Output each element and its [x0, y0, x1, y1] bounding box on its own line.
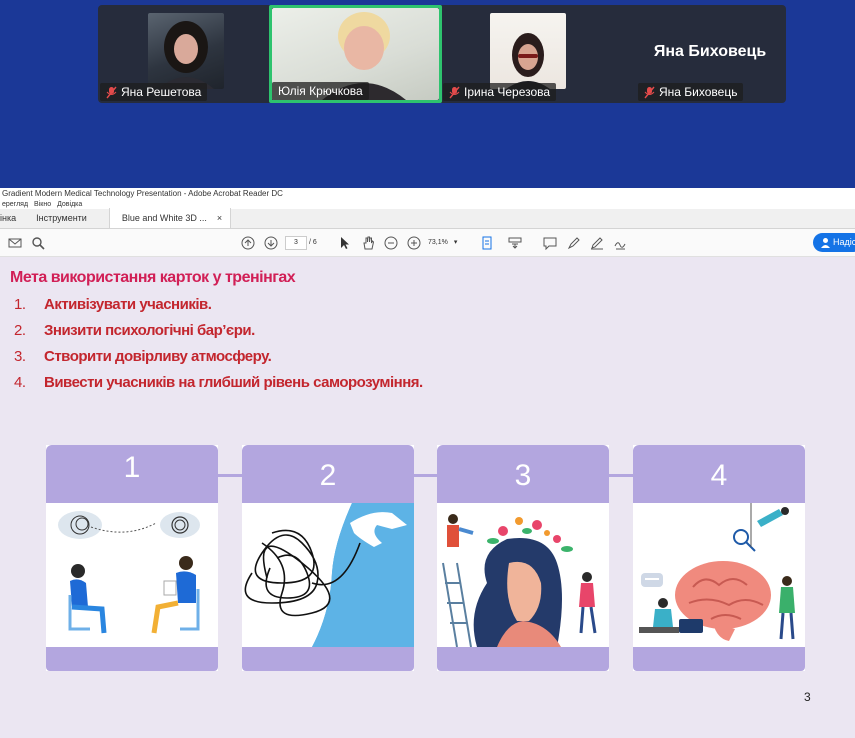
zoom-level-select[interactable]: 73,1% ▾ [428, 236, 468, 250]
slide-title: Мета використання карток у тренінгах [10, 269, 296, 286]
card-connector [218, 474, 242, 477]
card-footer [242, 647, 414, 671]
card-number: 4 [710, 459, 728, 492]
person-silhouette-icon [158, 21, 214, 89]
participant-video [148, 13, 224, 89]
card-header: 1 [46, 445, 218, 503]
sign-icon[interactable] [612, 235, 628, 251]
participant-name: Юлія Крючкова [278, 84, 363, 98]
mic-muted-icon [106, 86, 117, 98]
video-call-area: Яна Решетова Юлія Крючкова Ірина Черезов… [0, 0, 855, 188]
participant-video [490, 13, 566, 89]
list-item: 4. Вивести учасників на глибший рівень са… [14, 373, 423, 391]
goals-list: 1. Активізувати учасників. 2. Знизити псих… [14, 291, 423, 395]
mic-muted-icon [449, 86, 460, 98]
window-title: Gradient Modern Medical Technology Prese… [0, 188, 855, 200]
toolbar: 3 / 6 73,1% ▾ Надіс [0, 229, 855, 257]
list-item: 1. Активізувати учасників. [14, 295, 212, 313]
scroll-mode-icon[interactable] [507, 235, 523, 251]
zoom-in-icon[interactable] [406, 235, 422, 251]
card-number: 2 [319, 459, 337, 492]
chevron-down-icon: ▾ [453, 239, 458, 246]
search-icon[interactable] [30, 235, 46, 251]
list-item: 3. Створити довірливу атмосферу. [14, 347, 272, 365]
user-icon [821, 238, 830, 248]
participant-nameplate: Юлія Крючкова [272, 82, 369, 100]
mail-icon[interactable] [7, 235, 23, 251]
brain-research-illustration [633, 503, 805, 647]
fit-page-icon[interactable] [479, 235, 495, 251]
share-label: Надіс [833, 237, 855, 247]
page-total: / 6 [309, 239, 317, 246]
next-page-icon[interactable] [263, 235, 279, 251]
card-footer [633, 647, 805, 671]
growth-mind-illustration [437, 503, 609, 647]
participant-nameplate: Ірина Черезова [443, 83, 557, 101]
person-silhouette-icon [506, 33, 550, 89]
step-card-2: 2 [242, 445, 414, 671]
participant-display-name: Яна Биховець [653, 43, 767, 60]
conversation-illustration [46, 503, 218, 647]
participant-strip: Яна Решетова Юлія Крючкова Ірина Черезов… [98, 5, 786, 103]
card-header: 3 [437, 445, 609, 503]
participant-tile-active-speaker[interactable]: Юлія Крючкова [269, 5, 442, 103]
mic-muted-icon [644, 86, 655, 98]
card-connector [413, 474, 437, 477]
tangled-thread-illustration [242, 503, 414, 647]
tab-document[interactable]: Blue and White 3D ... × [108, 208, 232, 228]
previous-page-icon[interactable] [240, 235, 256, 251]
zoom-level: 73,1% [428, 239, 448, 246]
tab-tools[interactable]: Інструменти [26, 208, 97, 228]
card-footer [437, 647, 609, 671]
step-card-3: 3 [437, 445, 609, 671]
card-footer [46, 647, 218, 671]
close-tab-icon[interactable]: × [217, 213, 222, 223]
participant-name: Ірина Черезова [464, 85, 551, 99]
highlight-pen-icon[interactable] [566, 235, 582, 251]
participant-name: Яна Биховець [659, 85, 738, 99]
step-card-4: 4 [633, 445, 805, 671]
document-tab-label: Blue and White 3D ... [121, 213, 207, 223]
slide-page: Мета використання карток у тренінгах 1. А… [0, 257, 855, 738]
list-item: 2. Знизити психологічні бар’єри. [14, 321, 255, 339]
participant-nameplate: Яна Биховець [638, 83, 744, 101]
participant-nameplate: Яна Решетова [100, 83, 208, 101]
participant-tile[interactable]: Яна Решетова [100, 5, 268, 103]
tab-bar: інка Інструменти Blue and White 3D ... × [0, 208, 855, 229]
card-connector [609, 474, 633, 477]
zoom-out-icon[interactable] [383, 235, 399, 251]
hand-tool-icon[interactable] [360, 235, 376, 251]
share-button[interactable]: Надіс [813, 233, 855, 252]
comment-icon[interactable] [542, 235, 558, 251]
tab-home[interactable]: інка [0, 208, 26, 228]
select-cursor-icon[interactable] [336, 235, 352, 251]
card-header: 4 [633, 445, 805, 503]
card-number: 1 [123, 451, 141, 484]
draw-icon[interactable] [589, 235, 605, 251]
page-number-input[interactable]: 3 [285, 236, 307, 250]
step-card-1: 1 [46, 445, 218, 671]
card-number: 3 [514, 459, 532, 492]
participant-name: Яна Решетова [121, 85, 202, 99]
acrobat-window: Gradient Modern Medical Technology Prese… [0, 188, 855, 738]
slide-page-number: 3 [804, 690, 811, 704]
card-header: 2 [242, 445, 414, 503]
participant-tile-video-off[interactable]: Яна Биховець Яна Биховець [618, 5, 786, 103]
participant-tile[interactable]: Ірина Черезова [443, 5, 618, 103]
